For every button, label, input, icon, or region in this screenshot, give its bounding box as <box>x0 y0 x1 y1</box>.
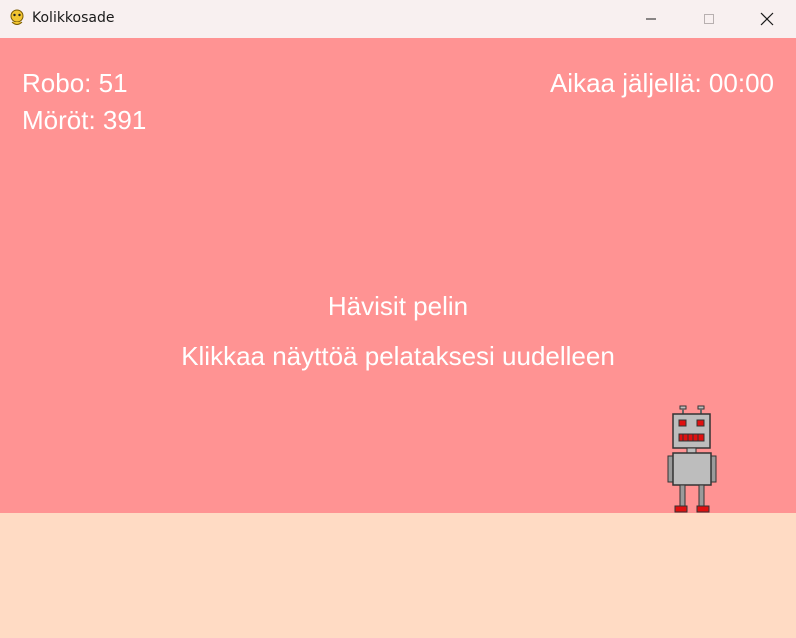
title-bar[interactable]: Kolikkosade <box>0 0 796 38</box>
close-icon <box>760 12 774 26</box>
ground <box>0 513 796 638</box>
game-window: Kolikkosade Robo: 51 Möröt: 391 Aikaa jä… <box>0 0 796 638</box>
robot-sprite <box>667 405 717 513</box>
minimize-icon <box>646 18 656 20</box>
game-canvas[interactable]: Robo: 51 Möröt: 391 Aikaa jäljellä: 00:0… <box>0 38 796 638</box>
close-button[interactable] <box>738 0 796 38</box>
maximize-icon <box>704 14 714 24</box>
robo-score: Robo: 51 <box>22 68 128 98</box>
python-snake-icon <box>10 9 24 25</box>
game-over-message: Hävisit pelin <box>327 291 469 321</box>
minimize-button[interactable] <box>622 0 680 38</box>
maximize-button[interactable] <box>680 0 738 38</box>
time-left: Aikaa jäljellä: 00:00 <box>549 68 774 98</box>
monster-score: Möröt: 391 <box>22 105 147 135</box>
restart-instruction: Klikkaa näyttöä pelataksesi uudelleen <box>181 341 615 371</box>
window-title: Kolikkosade <box>32 10 115 26</box>
